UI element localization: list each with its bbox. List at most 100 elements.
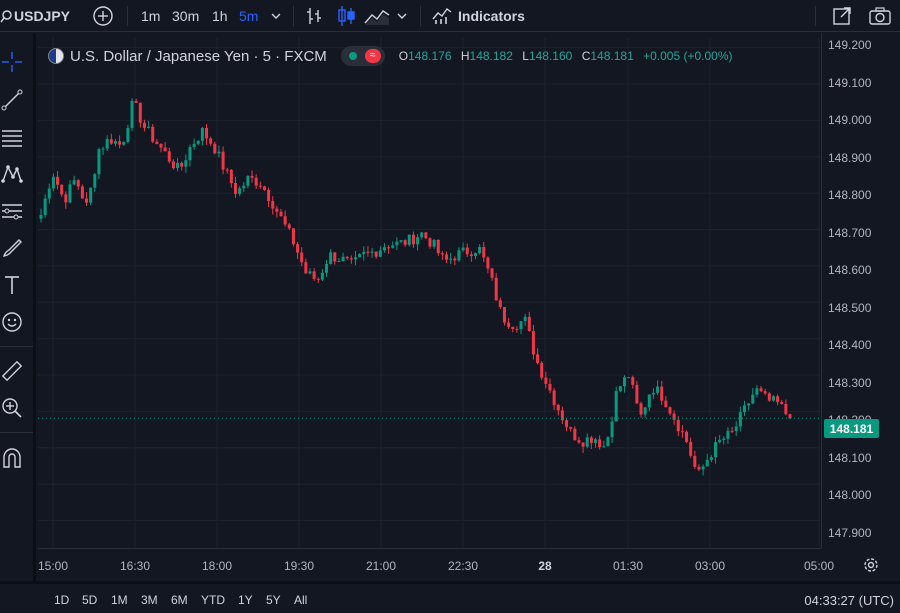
chart-settings-button[interactable] [862,556,880,579]
crosshair-tool[interactable] [0,49,24,75]
candle-body [614,391,618,422]
interval-1h-button[interactable]: 1h [212,0,228,32]
price-axis[interactable]: 149.200 149.100 149.000 148.900 148.800 … [821,33,900,548]
candle-body [664,400,668,408]
candle-body [767,393,771,401]
market-status-pill[interactable]: ≈ [340,46,385,66]
candle-body [167,151,171,162]
range-1y-button[interactable]: 1Y [238,593,253,607]
candle-body [47,188,51,199]
candle-body [176,162,180,169]
range-6m-button[interactable]: 6M [171,593,188,607]
range-5d-button[interactable]: 5D [82,593,97,607]
symbol-search-button[interactable]: USDJPY [0,0,70,32]
candle-body [89,187,93,203]
compare-symbol-button[interactable] [92,0,114,32]
top-toolbar: USDJPY 1m 30m 1h 5m Indicators [0,0,900,32]
candle-body [130,100,134,128]
text-tool[interactable] [0,272,24,298]
candle-body [527,316,531,332]
time-tick-label: 28 [538,559,552,573]
range-all-button[interactable]: All [294,593,307,607]
candle-body [763,391,767,394]
candle-body [271,201,275,209]
brush-icon [2,239,22,257]
time-tick-label: 01:30 [612,559,644,573]
candle-body [320,272,324,280]
candle-body [416,237,420,245]
interval-1m-label: 1m [141,8,161,24]
magnet-tool[interactable] [0,445,24,471]
range-ytd-button[interactable]: YTD [201,593,225,607]
brush-tool[interactable] [0,235,24,261]
time-axis[interactable]: 15:00 16:30 18:00 19:30 21:00 22:30 28 0… [38,548,834,581]
candles-style-button[interactable] [336,0,356,32]
market-open-dot-icon [348,52,357,60]
candle-body [672,413,676,420]
pattern-icon [1,165,23,183]
candle-body [221,151,225,170]
chart-pane[interactable] [38,38,821,548]
candle-body [482,246,486,258]
candle-body [507,322,511,327]
candle-body [432,239,436,247]
fib-tool[interactable] [0,124,24,150]
flag-icon [48,48,64,64]
interval-5m-button[interactable]: 5m [239,0,258,32]
candle-body [196,140,200,144]
candle-body [163,147,167,152]
symbol-title[interactable]: U.S. Dollar / Japanese Yen · 5 · FXCM [70,48,327,65]
candlestick-chart[interactable] [38,38,821,548]
candle-body [80,186,84,199]
candle-body [391,245,395,248]
price-tick-label: 148.300 [828,376,872,390]
candle-body [701,466,705,470]
interval-30m-button[interactable]: 30m [172,0,199,32]
chart-type-dropdown-button[interactable] [396,0,408,32]
candle-body [262,186,266,190]
range-5y-button[interactable]: 5Y [266,593,281,607]
candle-body [155,141,159,145]
range-1d-button[interactable]: 1D [54,593,69,607]
price-tick-label: 149.200 [828,38,872,52]
high-label: H [460,49,470,63]
measure-tool[interactable] [0,358,24,384]
indicators-button[interactable]: Indicators [432,0,525,32]
utc-clock[interactable]: 04:33:27 (UTC) [804,593,894,608]
interval-dropdown-button[interactable] [270,0,282,32]
candle-body [200,127,204,141]
candle-body [726,430,730,439]
candle-body [304,262,308,274]
range-1m-button[interactable]: 1M [111,593,128,607]
zoom-tool[interactable] [0,395,24,421]
candle-body [635,384,639,404]
fullscreen-button[interactable] [832,0,852,32]
candle-body [581,442,585,447]
area-style-button[interactable] [364,0,390,32]
snapshot-button[interactable] [869,0,891,32]
candle-body [705,459,709,467]
trend-line-icon [1,89,23,111]
ohlc-values: O148.176 H148.182 L148.160 C148.181 +0.0… [399,49,739,63]
price-tick-label: 148.500 [828,301,872,315]
icon-tool[interactable] [0,309,24,335]
interval-1h-label: 1h [212,8,228,24]
candle-body [771,396,775,401]
forecast-tool[interactable] [0,198,24,224]
candle-body [358,254,362,258]
candle-body [287,224,291,229]
range-3m-button[interactable]: 3M [141,593,158,607]
candle-body [519,321,523,330]
candle-body [283,216,287,225]
candle-body [718,439,722,443]
pattern-tool[interactable] [0,161,24,187]
interval-30m-label: 30m [172,8,200,24]
price-tick-label: 148.100 [828,451,872,465]
change-value: +0.005 (+0.00%) [643,49,733,63]
candle-body [353,257,357,260]
candle-body [246,175,250,186]
interval-1m-button[interactable]: 1m [141,0,160,32]
trend-line-tool[interactable] [0,87,24,113]
candle-body [498,300,502,308]
bar-style-button[interactable] [305,0,323,32]
